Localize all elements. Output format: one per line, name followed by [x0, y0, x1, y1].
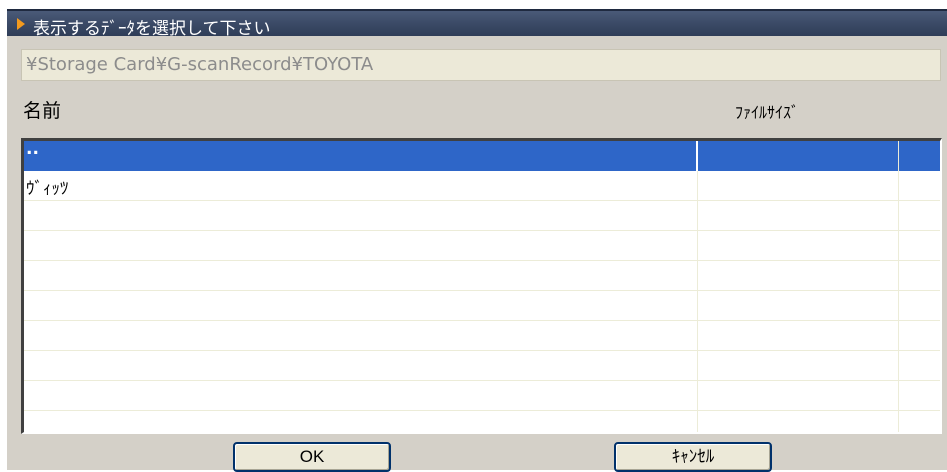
- list-item-name: ｳﾞｨｯﾂ: [26, 179, 69, 199]
- list-item-empty: [24, 261, 940, 291]
- play-arrow-icon: [17, 18, 25, 30]
- column-divider: [697, 141, 698, 432]
- list-item-folder[interactable]: ｳﾞｨｯﾂ: [24, 171, 940, 201]
- list-item-name: ..: [26, 139, 39, 159]
- file-list[interactable]: .. ｳﾞｨｯﾂ: [21, 138, 942, 434]
- list-item-empty: [24, 381, 940, 411]
- file-select-dialog: 表示するﾃﾞｰﾀを選択して下さい ¥Storage Card¥G-scanRec…: [7, 9, 947, 472]
- list-item-empty: [24, 351, 940, 381]
- list-item-empty: [24, 201, 940, 231]
- list-item-empty: [24, 231, 940, 261]
- column-divider: [696, 141, 698, 171]
- column-header-name[interactable]: 名前: [23, 96, 61, 123]
- cancel-button[interactable]: ｷｬﾝｾﾙ: [614, 442, 772, 472]
- column-divider: [898, 141, 899, 432]
- dialog-title: 表示するﾃﾞｰﾀを選択して下さい: [33, 19, 271, 39]
- list-item-parent-dir[interactable]: ..: [24, 141, 940, 171]
- list-item-empty: [24, 321, 940, 351]
- title-bar: 表示するﾃﾞｰﾀを選択して下さい: [7, 9, 947, 39]
- list-item-empty: [24, 411, 940, 432]
- path-field: ¥Storage Card¥G-scanRecord¥TOYOTA: [21, 49, 941, 81]
- column-header-filesize[interactable]: ﾌｧｲﾙｻｲｽﾞ: [735, 99, 799, 123]
- list-item-empty: [24, 291, 940, 321]
- ok-button[interactable]: OK: [233, 442, 391, 472]
